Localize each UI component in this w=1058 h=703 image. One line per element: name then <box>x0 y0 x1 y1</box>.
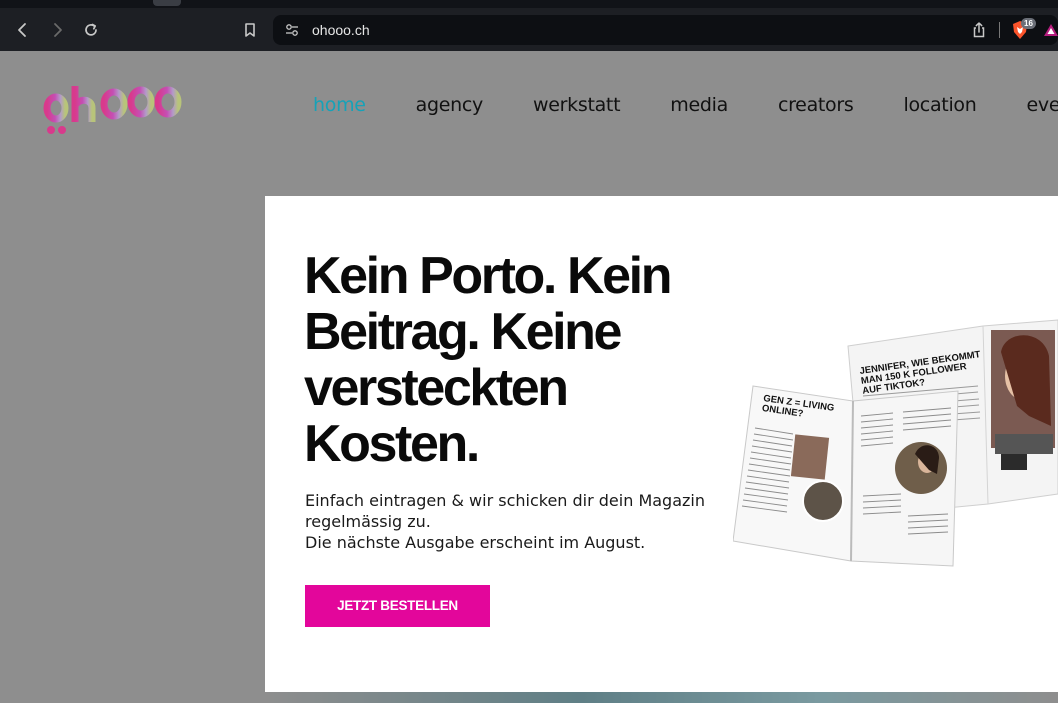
nav-location[interactable]: location <box>904 94 977 116</box>
order-button[interactable]: JETZT BESTELLEN <box>305 585 490 627</box>
toolbar-divider <box>999 22 1000 38</box>
back-button[interactable] <box>11 18 35 42</box>
nav-agency[interactable]: agency <box>416 94 484 116</box>
modal-headline: Kein Porto. Kein Beitrag. Keine versteck… <box>304 247 672 473</box>
nav-media[interactable]: media <box>670 94 728 116</box>
ohooo-logo[interactable]: ohooo <box>42 78 190 138</box>
chevron-left-icon <box>18 23 26 37</box>
nav-creators[interactable]: creators <box>778 94 854 116</box>
bookmark-icon <box>245 23 255 37</box>
share-icon[interactable] <box>970 21 988 39</box>
nav-event[interactable]: event <box>1027 94 1058 116</box>
nav-home[interactable]: home <box>313 94 366 116</box>
reload-button[interactable] <box>79 18 103 42</box>
forward-button[interactable] <box>45 18 69 42</box>
subscribe-modal: Kein Porto. Kein Beitrag. Keine versteck… <box>265 196 1058 692</box>
shield-count-badge: 16 <box>1021 18 1036 29</box>
bookmark-button[interactable] <box>238 18 262 42</box>
browser-toolbar: ohooo.ch 16 <box>0 0 1058 51</box>
brave-rewards-icon[interactable] <box>1043 22 1058 38</box>
hero-image-edge <box>265 692 1058 703</box>
chevron-right-icon <box>54 23 62 37</box>
modal-body: Einfach eintragen & wir schicken dir dei… <box>305 490 735 553</box>
nav-werkstatt[interactable]: werkstatt <box>533 94 621 116</box>
url-text[interactable]: ohooo.ch <box>312 22 370 38</box>
main-nav: home agency werkstatt media creators loc… <box>313 94 1058 116</box>
site-settings-icon[interactable] <box>284 22 300 38</box>
magazine-illustration: JENNIFER, WIE BEKOMMT MAN 150 K FOLLOWER… <box>733 319 1058 567</box>
reload-icon <box>85 23 97 36</box>
address-bar[interactable]: ohooo.ch 16 <box>273 15 1058 45</box>
modal-body-line-2: Die nächste Ausgabe erscheint im August. <box>305 533 646 552</box>
modal-body-line-1: Einfach eintragen & wir schicken dir dei… <box>305 491 705 531</box>
active-tab[interactable] <box>153 0 181 6</box>
